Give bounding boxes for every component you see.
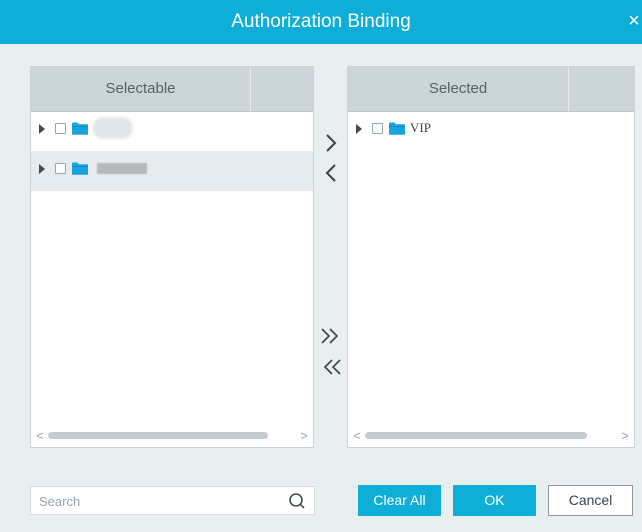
node-checkbox[interactable] [55,163,66,174]
scrollbar-thumb[interactable] [365,432,587,439]
tree-node-selectable-2[interactable] [31,151,313,191]
clear-all-button[interactable]: Clear All [358,485,441,516]
close-icon[interactable]: × [626,8,642,34]
tree-node-selectable-1[interactable] [31,111,313,151]
expand-arrow-icon[interactable] [356,124,362,134]
double-chevron-left-icon[interactable] [320,357,342,377]
selected-panel: Selected VIP < > [347,66,635,448]
chevron-left-icon[interactable] [321,163,341,183]
selectable-panel: Selectable < > [30,66,314,448]
node-checkbox[interactable] [372,123,383,134]
node-label: VIP [410,120,431,135]
scroll-right-icon[interactable]: > [298,428,310,444]
folder-icon [72,162,88,175]
expand-arrow-icon[interactable] [39,164,45,174]
scroll-left-icon[interactable]: < [351,428,363,444]
ok-button[interactable]: OK [453,485,536,516]
scroll-right-icon[interactable]: > [619,428,631,444]
scrollbar-thumb[interactable] [48,432,268,439]
dialog-title: Authorization Binding [231,11,411,32]
search-box [30,486,315,515]
selectable-header: Selectable [31,67,313,112]
expand-arrow-icon[interactable] [39,124,45,134]
horizontal-scrollbar[interactable]: < > [348,425,634,447]
selectable-header-label: Selectable [31,67,251,111]
horizontal-scrollbar[interactable]: < > [31,425,313,447]
dialog-titlebar: Authorization Binding × [0,0,642,44]
selected-header: Selected [348,67,634,112]
double-chevron-right-icon[interactable] [320,326,342,346]
selected-header-label: Selected [348,67,569,111]
folder-icon [389,122,405,135]
folder-icon [72,122,88,135]
redacted-label [93,117,133,139]
redacted-label [97,163,147,174]
search-input[interactable] [37,489,281,514]
tree-node-selected-1[interactable]: VIP [348,111,634,151]
search-icon[interactable] [288,492,306,510]
chevron-right-icon[interactable] [321,133,341,153]
node-checkbox[interactable] [55,123,66,134]
cancel-button[interactable]: Cancel [548,485,633,516]
scroll-left-icon[interactable]: < [34,428,46,444]
